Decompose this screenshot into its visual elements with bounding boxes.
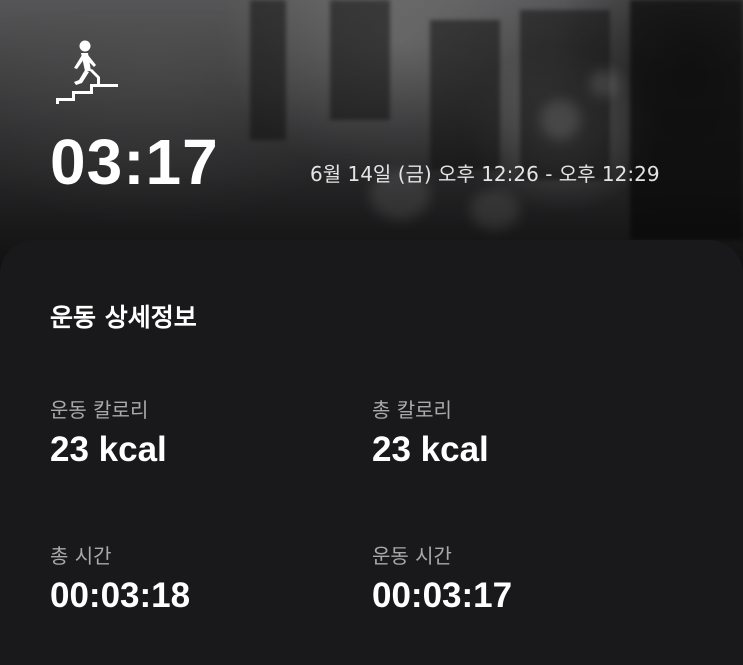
- stat-value: 23 kcal: [50, 430, 167, 469]
- workout-duration: 03:17: [50, 126, 219, 198]
- stat-value: 00:03:18: [50, 576, 191, 615]
- stat-label: 운동 시간: [372, 544, 452, 568]
- workout-date-range: 6월 14일 (금) 오후 12:26 - 오후 12:29: [310, 162, 660, 186]
- stat-exercise-calories: 운동 칼로리 23 kcal: [50, 396, 350, 472]
- stat-value: 23 kcal: [372, 430, 489, 469]
- section-title: 운동 상세정보: [50, 303, 197, 332]
- stat-label: 총 시간: [50, 544, 112, 568]
- stat-total-time: 총 시간 00:03:18: [50, 542, 350, 618]
- stairs-walker-icon: [56, 40, 118, 104]
- workout-detail-screen: 03:17 6월 14일 (금) 오후 12:26 - 오후 12:29 운동 …: [0, 0, 743, 665]
- stat-value: 00:03:17: [372, 576, 513, 615]
- stat-label: 총 칼로리: [372, 398, 452, 422]
- stat-label: 운동 칼로리: [50, 398, 149, 422]
- stat-exercise-time: 운동 시간 00:03:17: [372, 542, 672, 618]
- stat-total-calories: 총 칼로리 23 kcal: [372, 396, 672, 472]
